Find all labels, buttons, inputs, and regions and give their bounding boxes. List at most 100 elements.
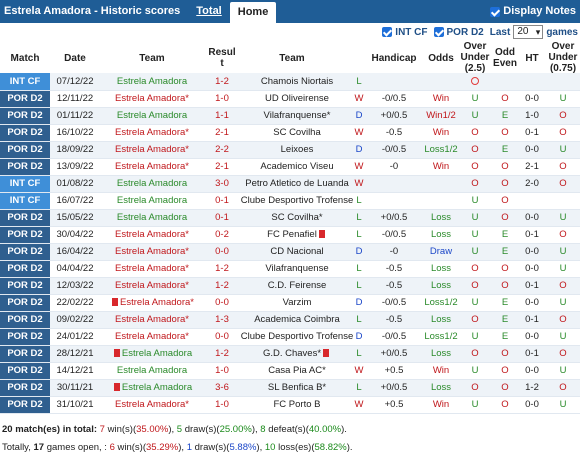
competition-badge[interactable]: POR D2 <box>0 311 50 329</box>
table-row[interactable]: POR D2 09/02/22 Estrela Amadora* 1-3 Academi… <box>0 311 580 329</box>
home-team[interactable]: Estrela Amadora* <box>100 124 204 142</box>
home-team[interactable]: Estrela Amadora <box>100 362 204 380</box>
table-row[interactable]: POR D2 14/12/21 Estrela Amadora 1-0 Casa Pia… <box>0 362 580 380</box>
match-score[interactable]: 1-1 <box>204 107 240 125</box>
away-team[interactable]: SC Covilha* <box>240 209 354 227</box>
table-row[interactable]: POR D2 01/11/22 Estrela Amadora 1-1 Vilafran… <box>0 107 580 125</box>
table-row[interactable]: POR D2 30/11/21 Estrela Amadora 3-6 SL Benfi… <box>0 379 580 397</box>
away-team[interactable]: Leixoes <box>240 141 354 159</box>
match-score[interactable]: 1-3 <box>204 311 240 329</box>
home-team[interactable]: Estrela Amadora* <box>100 328 204 346</box>
match-score[interactable]: 0-1 <box>204 192 240 210</box>
table-row[interactable]: POR D2 04/04/22 Estrela Amadora* 1-2 Vilafra… <box>0 260 580 278</box>
table-row[interactable]: POR D2 12/11/22 Estrela Amadora* 1-0 UD Oliv… <box>0 90 580 108</box>
match-score[interactable]: 0-2 <box>204 226 240 244</box>
table-row[interactable]: POR D2 12/03/22 Estrela Amadora* 1-2 C.D. Fe… <box>0 277 580 295</box>
competition-badge[interactable]: INT CF <box>0 192 50 210</box>
away-team[interactable]: SL Benfica B* <box>240 379 354 397</box>
home-team[interactable]: Estrela Amadora <box>100 107 204 125</box>
match-score[interactable]: 2-1 <box>204 158 240 176</box>
match-score[interactable]: 1-2 <box>204 345 240 363</box>
table-row[interactable]: POR D2 16/10/22 Estrela Amadora* 2-1 SC Covi… <box>0 124 580 142</box>
home-team[interactable]: Estrela Amadora* <box>100 226 204 244</box>
home-team[interactable]: Estrela Amadora <box>100 73 204 91</box>
away-team[interactable]: SC Covilha <box>240 124 354 142</box>
away-team[interactable]: Casa Pia AC* <box>240 362 354 380</box>
away-team[interactable]: Clube Desportivo Trofense <box>240 328 354 346</box>
home-team[interactable]: Estrela Amadora* <box>100 90 204 108</box>
home-team[interactable]: Estrela Amadora* <box>100 141 204 159</box>
match-score[interactable]: 0-1 <box>204 209 240 227</box>
away-team[interactable]: UD Oliveirense <box>240 90 354 108</box>
competition-badge[interactable]: POR D2 <box>0 226 50 244</box>
away-team[interactable]: Academico Viseu <box>240 158 354 176</box>
away-team[interactable]: FC Penafiel <box>240 226 354 244</box>
competition-badge[interactable]: POR D2 <box>0 124 50 142</box>
table-row[interactable]: POR D2 15/05/22 Estrela Amadora 0-1 SC Covil… <box>0 209 580 227</box>
away-team[interactable]: G.D. Chaves* <box>240 345 354 363</box>
home-team[interactable]: Estrela Amadora* <box>100 277 204 295</box>
away-team[interactable]: Petro Atletico de Luanda <box>240 175 354 193</box>
display-notes-checkbox[interactable] <box>490 6 501 17</box>
home-team[interactable]: Estrela Amadora <box>100 175 204 193</box>
competition-badge[interactable]: POR D2 <box>0 158 50 176</box>
home-team[interactable]: Estrela Amadora <box>100 345 204 363</box>
match-score[interactable]: 2-1 <box>204 124 240 142</box>
home-team[interactable]: Estrela Amadora* <box>100 311 204 329</box>
table-row[interactable]: INT CF 16/07/22 Estrela Amadora 0-1 Clube De… <box>0 192 580 210</box>
match-score[interactable]: 0-0 <box>204 294 240 312</box>
competition-badge[interactable]: POR D2 <box>0 277 50 295</box>
match-score[interactable]: 0-0 <box>204 243 240 261</box>
away-team[interactable]: Varzim <box>240 294 354 312</box>
home-team[interactable]: Estrela Amadora <box>100 209 204 227</box>
filter-por-d2[interactable]: POR D2 <box>433 27 484 38</box>
home-team[interactable]: Estrela Amadora* <box>100 294 204 312</box>
table-row[interactable]: INT CF 07/12/22 Estrela Amadora 1-2 Chamois … <box>0 73 580 91</box>
home-team[interactable]: Estrela Amadora* <box>100 243 204 261</box>
tab-total[interactable]: Total <box>196 0 221 23</box>
table-row[interactable]: POR D2 22/02/22 Estrela Amadora* 0-0 Varzim D… <box>0 294 580 312</box>
table-row[interactable]: POR D2 28/12/21 Estrela Amadora 1-2 G.D. Cha… <box>0 345 580 363</box>
match-score[interactable]: 0-0 <box>204 328 240 346</box>
away-team[interactable]: CD Nacional <box>240 243 354 261</box>
home-team[interactable]: Estrela Amadora <box>100 379 204 397</box>
match-score[interactable]: 1-2 <box>204 277 240 295</box>
match-score[interactable]: 1-0 <box>204 396 240 414</box>
home-team[interactable]: Estrela Amadora* <box>100 396 204 414</box>
filter-int-cf[interactable]: INT CF <box>382 27 428 38</box>
display-notes-toggle[interactable]: Display Notes <box>490 0 576 23</box>
home-team[interactable]: Estrela Amadora* <box>100 260 204 278</box>
match-score[interactable]: 2-2 <box>204 141 240 159</box>
competition-badge[interactable]: POR D2 <box>0 362 50 380</box>
competition-badge[interactable]: POR D2 <box>0 141 50 159</box>
away-team[interactable]: FC Porto B <box>240 396 354 414</box>
competition-badge[interactable]: POR D2 <box>0 379 50 397</box>
match-score[interactable]: 1-2 <box>204 73 240 91</box>
table-row[interactable]: INT CF 01/08/22 Estrela Amadora 3-0 Petro At… <box>0 175 580 193</box>
home-team[interactable]: Estrela Amadora <box>100 192 204 210</box>
tab-home[interactable]: Home <box>229 2 277 23</box>
match-score[interactable]: 1-0 <box>204 90 240 108</box>
int-cf-checkbox[interactable] <box>382 27 393 37</box>
table-row[interactable]: POR D2 13/09/22 Estrela Amadora* 2-1 Academi… <box>0 158 580 176</box>
por-d2-checkbox[interactable] <box>433 27 444 37</box>
competition-badge[interactable]: INT CF <box>0 73 50 91</box>
competition-badge[interactable]: POR D2 <box>0 294 50 312</box>
competition-badge[interactable]: POR D2 <box>0 396 50 414</box>
away-team[interactable]: Academica Coimbra <box>240 311 354 329</box>
competition-badge[interactable]: POR D2 <box>0 243 50 261</box>
match-score[interactable]: 3-0 <box>204 175 240 193</box>
competition-badge[interactable]: INT CF <box>0 175 50 193</box>
home-team[interactable]: Estrela Amadora* <box>100 158 204 176</box>
match-score[interactable]: 1-2 <box>204 260 240 278</box>
away-team[interactable]: Vilafranquense* <box>240 107 354 125</box>
away-team[interactable]: Clube Desportivo Trofense <box>240 192 354 210</box>
competition-badge[interactable]: POR D2 <box>0 107 50 125</box>
last-games-select[interactable]: 20 <box>513 25 544 39</box>
competition-badge[interactable]: POR D2 <box>0 260 50 278</box>
competition-badge[interactable]: POR D2 <box>0 90 50 108</box>
away-team[interactable]: Vilafranquense <box>240 260 354 278</box>
table-row[interactable]: POR D2 18/09/22 Estrela Amadora* 2-2 Leixoes… <box>0 141 580 159</box>
table-row[interactable]: POR D2 30/04/22 Estrela Amadora* 0-2 FC Pena… <box>0 226 580 244</box>
match-score[interactable]: 3-6 <box>204 379 240 397</box>
